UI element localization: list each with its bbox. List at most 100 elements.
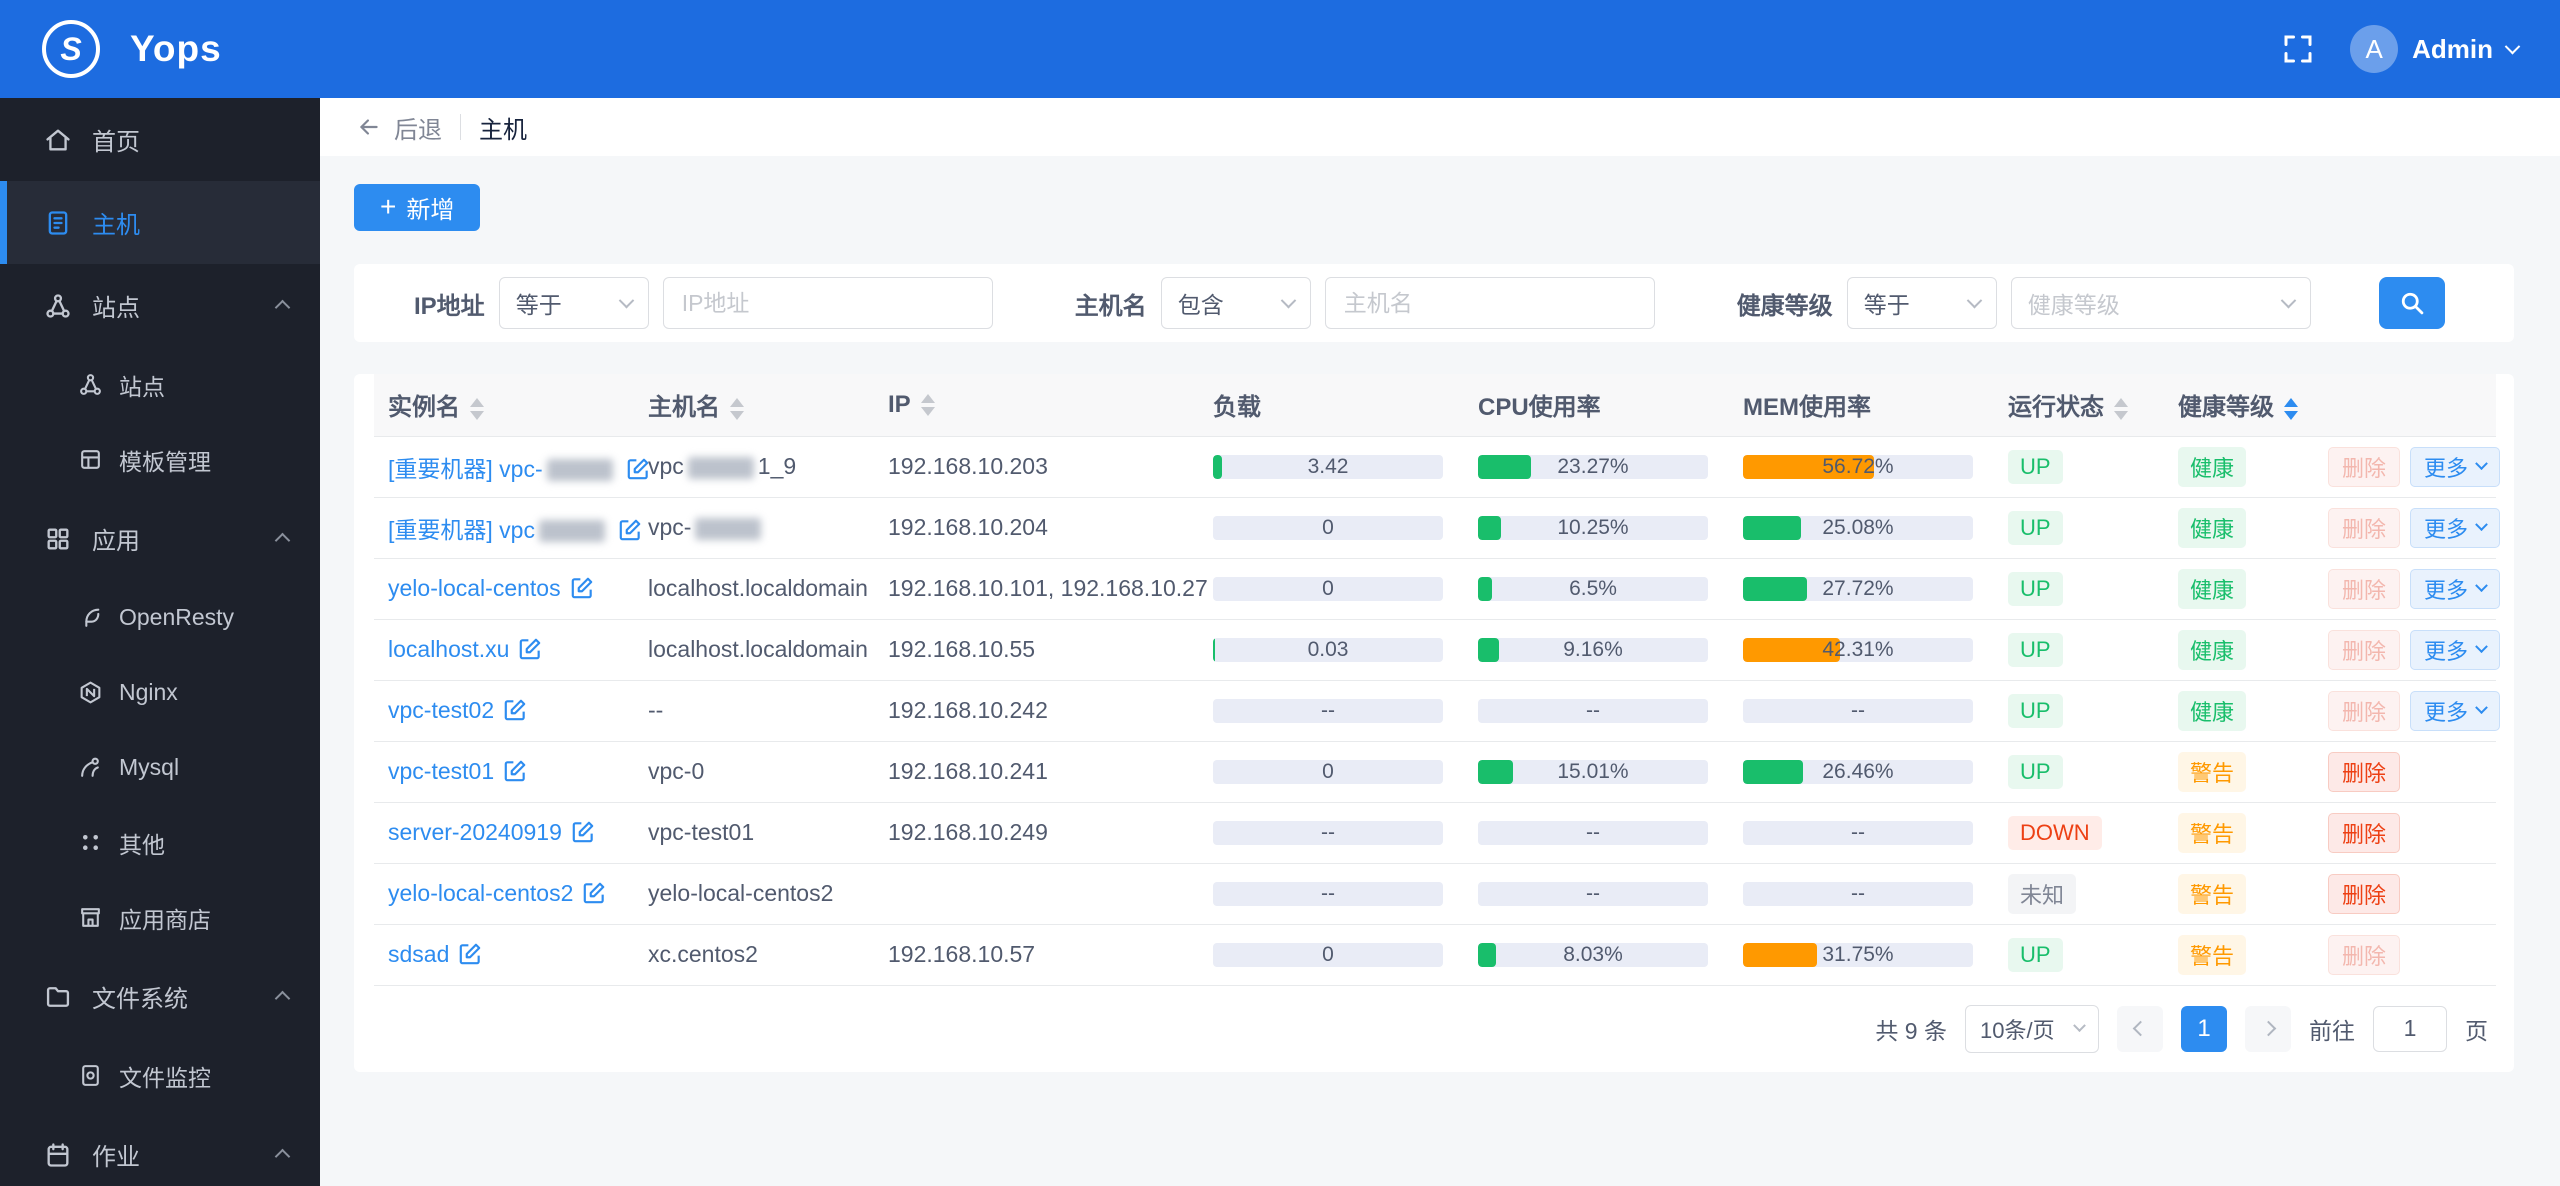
instance-link[interactable]: [重要机器] vpc — [388, 517, 609, 543]
file-monitor-icon — [78, 1063, 103, 1088]
table-header-row: 实例名 主机名 IP 负载 CPU使用率 MEM使用率 运行状态 健康等级 — [374, 374, 2496, 436]
cell-cpu: 6.5% — [1464, 558, 1729, 619]
health-badge: 健康 — [2178, 630, 2246, 670]
sidebar-item-file-monitor[interactable]: 文件监控 — [0, 1038, 320, 1113]
sidebar-item-mysql[interactable]: Mysql — [0, 730, 320, 805]
add-button[interactable]: 新增 — [354, 184, 480, 231]
load-bar: 3.42 — [1213, 455, 1443, 479]
edit-icon[interactable] — [502, 697, 528, 723]
filter-hostname-input[interactable] — [1325, 277, 1655, 329]
chevron-down-icon — [2475, 518, 2488, 531]
cell-load: -- — [1199, 680, 1464, 741]
sidebar-item-label: 站点 — [92, 288, 140, 323]
instance-link[interactable]: localhost.xu — [388, 636, 509, 662]
filter-health-value-select[interactable]: 健康等级 — [2011, 277, 2311, 329]
more-button[interactable]: 更多 — [2410, 691, 2500, 731]
sidebar-item-label: 其他 — [119, 826, 165, 860]
edit-icon[interactable] — [502, 758, 528, 784]
sidebar-item-hosts[interactable]: 主机 — [0, 181, 320, 264]
current-page[interactable]: 1 — [2181, 1006, 2227, 1052]
edit-icon[interactable] — [569, 575, 595, 601]
edit-icon[interactable] — [617, 517, 643, 543]
cell-ip: 192.168.10.203 — [874, 436, 1199, 497]
nginx-icon — [78, 680, 103, 705]
cpu-value: -- — [1478, 821, 1708, 845]
next-page-button[interactable] — [2245, 1006, 2291, 1052]
sidebar-item-app-store[interactable]: 应用商店 — [0, 880, 320, 955]
filter-ip-input[interactable] — [663, 277, 993, 329]
sidebar-group-sites[interactable]: 站点 — [0, 264, 320, 347]
filter-ip-operator-select[interactable]: 等于 — [499, 277, 649, 329]
more-button[interactable]: 更多 — [2410, 569, 2500, 609]
sort-icon[interactable] — [921, 394, 935, 416]
search-button[interactable] — [2379, 277, 2445, 329]
instance-link[interactable]: vpc-test01 — [388, 758, 494, 784]
sort-icon[interactable] — [2284, 398, 2298, 420]
chevron-down-icon — [2073, 1019, 2086, 1032]
user-menu[interactable]: A Admin — [2350, 25, 2518, 73]
col-status[interactable]: 运行状态 — [1994, 374, 2164, 436]
instance-link[interactable]: yelo-local-centos2 — [388, 880, 573, 906]
sidebar-item-sites[interactable]: 站点 — [0, 347, 320, 422]
delete-button[interactable]: 删除 — [2328, 691, 2400, 731]
sidebar-item-other[interactable]: 其他 — [0, 805, 320, 880]
edit-icon[interactable] — [457, 941, 483, 967]
sidebar-group-jobs[interactable]: 作业 — [0, 1113, 320, 1186]
cell-status: UP — [1994, 558, 2164, 619]
filter-health-operator-select[interactable]: 等于 — [1847, 277, 1997, 329]
delete-button[interactable]: 删除 — [2328, 569, 2400, 609]
sidebar-item-label: 作业 — [92, 1137, 140, 1172]
chevron-right-icon — [2260, 1021, 2276, 1037]
delete-button[interactable]: 删除 — [2328, 630, 2400, 670]
sort-icon[interactable] — [2114, 398, 2128, 420]
instance-link[interactable]: yelo-local-centos — [388, 575, 561, 601]
col-health[interactable]: 健康等级 — [2164, 374, 2314, 436]
sidebar-item-home[interactable]: 首页 — [0, 98, 320, 181]
edit-icon[interactable] — [517, 636, 543, 662]
table-row: server-20240919 vpc-test01 192.168.10.24… — [374, 802, 2496, 863]
sidebar-item-template-management[interactable]: 模板管理 — [0, 422, 320, 497]
instance-link[interactable]: vpc-test02 — [388, 697, 494, 723]
sort-icon[interactable] — [730, 398, 744, 420]
cpu-value: -- — [1478, 882, 1708, 906]
delete-button[interactable]: 删除 — [2328, 813, 2400, 853]
more-button[interactable]: 更多 — [2410, 508, 2500, 548]
host-table-card: 实例名 主机名 IP 负载 CPU使用率 MEM使用率 运行状态 健康等级 [重… — [354, 374, 2514, 1072]
prev-page-button[interactable] — [2117, 1006, 2163, 1052]
instance-link[interactable]: sdsad — [388, 941, 449, 967]
edit-icon[interactable] — [625, 456, 651, 482]
filter-ip: IP地址 等于 — [414, 277, 993, 329]
sidebar-group-apps[interactable]: 应用 — [0, 497, 320, 580]
fullscreen-icon[interactable] — [2280, 31, 2316, 67]
sidebar-group-filesystem[interactable]: 文件系统 — [0, 955, 320, 1038]
delete-button[interactable]: 删除 — [2328, 508, 2400, 548]
instance-link[interactable]: [重要机器] vpc- — [388, 456, 617, 482]
sidebar-item-nginx[interactable]: Nginx — [0, 655, 320, 730]
goto-page-input[interactable] — [2373, 1006, 2447, 1052]
cell-hostname: yelo-local-centos2 — [634, 863, 874, 924]
delete-button[interactable]: 删除 — [2328, 874, 2400, 914]
sidebar: 首页 主机 站点 站点 模板管理 应用 OpenResty Nginx Mysq… — [0, 98, 320, 1186]
col-instance[interactable]: 实例名 — [374, 374, 634, 436]
col-hostname[interactable]: 主机名 — [634, 374, 874, 436]
col-ip[interactable]: IP — [874, 374, 1199, 436]
delete-button[interactable]: 删除 — [2328, 935, 2400, 975]
filter-hostname-operator-select[interactable]: 包含 — [1161, 277, 1311, 329]
more-button[interactable]: 更多 — [2410, 447, 2500, 487]
delete-button[interactable]: 删除 — [2328, 447, 2400, 487]
edit-icon[interactable] — [581, 880, 607, 906]
back-button[interactable]: 后退 — [356, 110, 442, 145]
instance-link[interactable]: server-20240919 — [388, 819, 562, 845]
load-value: 0 — [1213, 577, 1443, 601]
page-size-select[interactable]: 10条/页 — [1965, 1005, 2099, 1053]
cell-ip: 192.168.10.242 — [874, 680, 1199, 741]
cell-load: 0.03 — [1199, 619, 1464, 680]
cpu-value: 9.16% — [1478, 638, 1708, 662]
edit-icon[interactable] — [570, 819, 596, 845]
delete-button[interactable]: 删除 — [2328, 752, 2400, 792]
sort-icon[interactable] — [470, 398, 484, 420]
sidebar-item-openresty[interactable]: OpenResty — [0, 580, 320, 655]
mem-bar: -- — [1743, 699, 1973, 723]
more-button[interactable]: 更多 — [2410, 630, 2500, 670]
cell-health: 健康 — [2164, 558, 2314, 619]
